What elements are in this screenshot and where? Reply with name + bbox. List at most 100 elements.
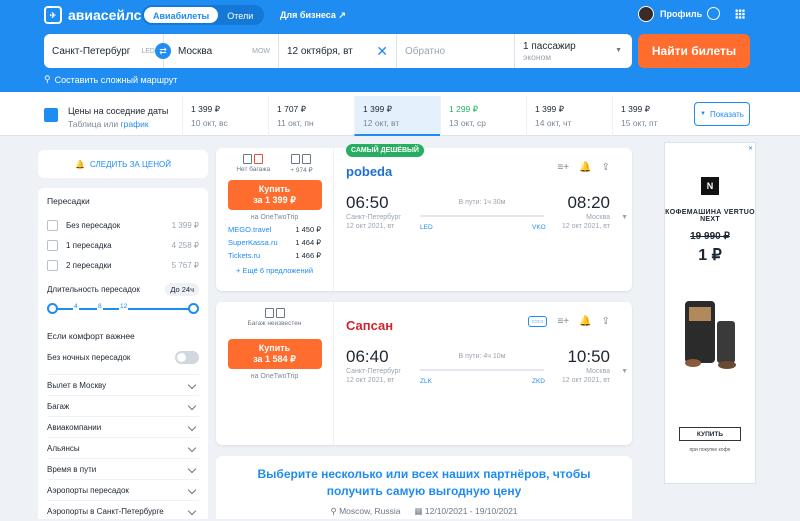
return-date-field[interactable]: Обратно xyxy=(397,34,515,68)
date-cell[interactable]: 1 399 ₽ 15 окт, пт xyxy=(612,96,698,136)
agency-name: на OneTwoTrip xyxy=(250,214,299,221)
passengers-select[interactable]: 1 пассажир эконом ▼ xyxy=(515,34,632,68)
date-cell-selected[interactable]: 1 399 ₽ 12 окт, вт xyxy=(354,96,440,136)
agency-offer[interactable]: SuperKassa.ru 1 464 ₽ xyxy=(216,238,333,247)
filter-section-label: Вылет в Москву xyxy=(47,380,107,390)
filter-section[interactable]: Аэропорты пересадок xyxy=(47,479,199,500)
duration-slider[interactable]: 4 8 12 xyxy=(47,299,199,321)
bell-icon[interactable]: 🔔 xyxy=(579,316,591,327)
ticket-card[interactable]: Нет багажа + 974 ₽ Купить за 1 399 ₽ на … xyxy=(216,148,632,291)
logo-icon: ✈ xyxy=(44,6,62,24)
complex-route-label: Составить сложный маршрут xyxy=(54,74,178,85)
baggage-option-paid[interactable]: + 974 ₽ xyxy=(290,154,313,174)
depart-date-field[interactable]: 12 октября, вт ✕ xyxy=(279,34,397,68)
ad-buy-button[interactable]: КУПИТЬ xyxy=(679,427,741,441)
train-path: В пути: 4ч 10м xyxy=(420,353,544,371)
tab-hotels[interactable]: Отели xyxy=(218,7,262,23)
add-to-list-icon[interactable]: ≡+ xyxy=(557,162,569,173)
location-pin-icon: ⚲ xyxy=(330,505,340,516)
ad-close-icon[interactable]: ✕ xyxy=(748,145,753,152)
date-cell-price: 1 399 ₽ xyxy=(535,104,565,114)
show-dates-button[interactable]: ▼ Показать xyxy=(694,102,750,126)
swap-icon[interactable]: ⇄ xyxy=(155,43,171,59)
arrival-time: 08:20 xyxy=(567,193,610,212)
or-text: или xyxy=(103,119,119,129)
date-cell[interactable]: 1 399 ₽ 10 окт, вс xyxy=(182,96,268,136)
no-night-toggle-row[interactable]: Без ночных пересадок xyxy=(47,351,199,364)
share-icon[interactable]: ⇪ xyxy=(602,316,610,327)
bell-icon[interactable]: 🔔 xyxy=(579,162,591,173)
business-link[interactable]: Для бизнеса ↗ xyxy=(280,10,346,21)
agency-offer[interactable]: MEGO.travel 1 450 ₽ xyxy=(216,225,333,234)
departure-date: 12 окт 2021, вт xyxy=(346,223,395,231)
departure-time: 06:50 xyxy=(346,193,389,212)
checkbox[interactable] xyxy=(47,239,58,251)
share-icon[interactable]: ⇪ xyxy=(602,162,610,173)
hand-luggage-icon xyxy=(243,154,253,164)
no-night-toggle[interactable] xyxy=(175,351,199,364)
clear-date-icon[interactable]: ✕ xyxy=(376,43,388,60)
origin-code: LED xyxy=(141,47,155,55)
baggage-option-unknown: Багаж неизвестен xyxy=(247,308,302,327)
agency-link[interactable]: Tickets.ru xyxy=(228,251,260,260)
baggage-label: Багаж неизвестен xyxy=(247,320,302,327)
destination-field[interactable]: Москва MOW xyxy=(164,34,279,68)
origin-field[interactable]: Санкт-Петербург LED ⇄ xyxy=(44,34,171,68)
agency-link[interactable]: SuperKassa.ru xyxy=(228,238,278,247)
date-cell[interactable]: 1 399 ₽ 14 окт, чт xyxy=(526,96,612,136)
hand-luggage-icon xyxy=(264,308,274,318)
cabin-class: эконом xyxy=(523,51,552,62)
filter-section[interactable]: Вылет в Москву xyxy=(47,374,199,395)
flight-duration: В пути: 1ч 30м xyxy=(458,199,506,206)
filter-section[interactable]: Багаж xyxy=(47,395,199,416)
promo-dates-text: 12/10/2021 - 19/10/2021 xyxy=(424,505,518,516)
agency-link[interactable]: MEGO.travel xyxy=(228,225,271,234)
buy-button[interactable]: Купить за 1 399 ₽ xyxy=(227,180,322,210)
price-alert-button[interactable]: 🔔 СЛЕДИТЬ ЗА ЦЕНОЙ xyxy=(38,150,208,178)
apps-grid-icon[interactable] xyxy=(735,9,745,19)
ticket-tools: ≡+ 🔔 ⇪ xyxy=(557,162,610,173)
tab-flights[interactable]: Авиабилеты xyxy=(144,7,219,23)
destination-code: MOW xyxy=(252,47,270,55)
advertisement-banner[interactable]: ✕ N КОФЕМАШИНА VERTUO NEXT 19 990 ₽ 1 ₽ … xyxy=(664,142,756,484)
agency-offer[interactable]: Tickets.ru 1 466 ₽ xyxy=(216,251,333,260)
filter-section[interactable]: Аэропорты в Санкт-Петербурге xyxy=(47,500,199,521)
departure-city: Санкт-Петербург xyxy=(346,368,401,375)
slider-handle-max[interactable] xyxy=(188,303,199,314)
logo-text: авиасейлс xyxy=(68,7,142,23)
expand-chevron-icon[interactable]: ▼ xyxy=(621,368,628,375)
transfer-option[interactable]: 2 пересадки 5 767 ₽ xyxy=(47,255,199,275)
arrival-place: Москва 12 окт 2021, вт xyxy=(562,213,610,232)
ticket-card[interactable]: Багаж неизвестен Купить за 1 584 ₽ на On… xyxy=(216,302,632,445)
complex-route-link[interactable]: ⚲ Составить сложный маршрут xyxy=(44,74,177,85)
filter-section[interactable]: Альянсы xyxy=(47,437,199,458)
checkbox[interactable] xyxy=(47,219,58,231)
buy-button[interactable]: Купить за 1 584 ₽ xyxy=(227,339,322,369)
filter-section[interactable]: Время в пути xyxy=(47,458,199,479)
duration-value: До 24ч xyxy=(165,283,199,296)
logo[interactable]: ✈ авиасейлс xyxy=(44,6,141,24)
chart-view-link[interactable]: график xyxy=(121,119,149,129)
date-cell-cheapest[interactable]: 1 299 ₽ 13 окт, ср xyxy=(440,96,526,136)
slider-handle-min[interactable] xyxy=(47,303,58,314)
checkbox[interactable] xyxy=(47,259,58,271)
date-cell[interactable]: 1 707 ₽ 11 окт, пн xyxy=(268,96,354,136)
return-placeholder: Обратно xyxy=(405,45,446,57)
table-view-link[interactable]: Таблица xyxy=(68,119,101,129)
expand-chevron-icon[interactable]: ▼ xyxy=(621,214,628,221)
baggage-option-none[interactable]: Нет багажа xyxy=(236,154,270,174)
slider-tick: 4 xyxy=(73,303,79,310)
filter-section[interactable]: Авиакомпании xyxy=(47,416,199,437)
add-to-list-icon[interactable]: ≡+ xyxy=(557,316,569,327)
arrival-place: Москва 12 окт 2021, вт xyxy=(562,367,610,386)
globe-icon[interactable] xyxy=(707,7,720,20)
arrival-time: 10:50 xyxy=(567,347,610,366)
transfer-option[interactable]: Без пересадок 1 399 ₽ xyxy=(47,215,199,235)
find-tickets-button[interactable]: Найти билеты xyxy=(638,34,750,68)
more-offers-link[interactable]: + Ещё 6 предложений xyxy=(216,266,333,275)
transfer-label: 2 пересадки xyxy=(66,260,112,270)
profile-button[interactable]: Профиль xyxy=(638,6,702,22)
date-cell-price: 1 399 ₽ xyxy=(621,104,651,114)
chevron-down-icon xyxy=(187,443,197,453)
transfer-option[interactable]: 1 пересадка 4 258 ₽ xyxy=(47,235,199,255)
